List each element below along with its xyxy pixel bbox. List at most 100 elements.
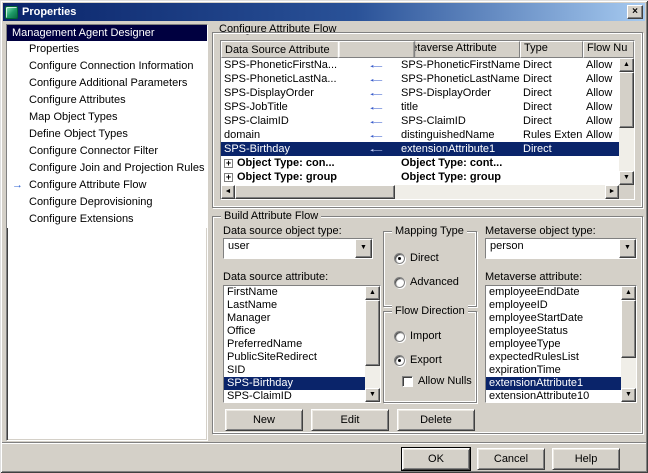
scroll-up-button[interactable]: ▲ <box>365 286 380 300</box>
allow-nulls-checkbox[interactable]: Allow Nulls <box>384 372 476 390</box>
cell-type <box>520 156 583 170</box>
list-item[interactable]: employeeStatus <box>486 325 621 338</box>
scroll-up-button[interactable]: ▲ <box>619 58 634 72</box>
col-flow-nulls[interactable]: Flow Nu <box>583 41 634 58</box>
scroll-down-button[interactable]: ▼ <box>621 388 636 402</box>
expand-icon[interactable]: + <box>224 158 233 168</box>
cell-data-source: SPS-PhoneticFirstNa... <box>221 58 355 72</box>
chevron-down-icon[interactable]: ▼ <box>619 239 636 258</box>
cell-data-source: SPS-ClaimID <box>221 114 355 128</box>
cancel-button[interactable]: Cancel <box>477 448 545 470</box>
table-row[interactable]: SPS-PhoneticLastNa... ← SPS-PhoneticLast… <box>221 72 619 86</box>
cell-metaverse: title <box>401 101 419 113</box>
mapping-type-radio[interactable]: Advanced <box>384 270 476 294</box>
sidebar-item[interactable]: Configure Connector Filter <box>7 143 207 160</box>
col-type[interactable]: Type <box>520 41 583 58</box>
list-item[interactable]: employeeType <box>486 338 621 351</box>
sidebar-item[interactable]: Configure Additional Parameters <box>7 75 207 92</box>
checkbox-label: Allow Nulls <box>418 375 472 387</box>
list-item[interactable]: employeeStartDate <box>486 312 621 325</box>
mapping-type-options: Direct Advanced <box>384 246 476 294</box>
table-row[interactable]: SPS-Birthday ← extensionAttribute1 Direc… <box>221 142 619 156</box>
list-item[interactable]: employeeID <box>486 299 621 312</box>
col-metaverse-attribute[interactable]: Metaverse Attribute <box>398 41 520 58</box>
col-data-source-attribute[interactable]: Data Source Attribute <box>221 41 355 58</box>
new-button[interactable]: New <box>225 409 303 431</box>
delete-button[interactable]: Delete <box>397 409 475 431</box>
table-row[interactable]: SPS-DisplayOrder ← SPS-DisplayOrder Dire… <box>221 86 619 100</box>
sidebar-item[interactable]: Configure Attributes <box>7 92 207 109</box>
scroll-up-button[interactable]: ▲ <box>621 286 636 300</box>
table-vertical-scrollbar[interactable]: ▲ ▼ <box>619 58 634 185</box>
list-item[interactable]: PreferredName <box>224 338 365 351</box>
sidebar: Management Agent Designer Properties Con… <box>6 24 208 441</box>
list-item[interactable]: extensionAttribute10 <box>486 390 621 402</box>
list-item[interactable]: LastName <box>224 299 365 312</box>
sidebar-item[interactable]: Configure Connection Information <box>7 58 207 75</box>
scrollbar-thumb[interactable] <box>619 72 634 128</box>
table-row[interactable]: + Object Type: group Object Type: group <box>221 170 619 184</box>
table-row[interactable]: SPS-ClaimID ← SPS-ClaimID Direct Allow <box>221 114 619 128</box>
scrollbar-thumb[interactable] <box>365 300 380 366</box>
list-vertical-scrollbar[interactable]: ▲ ▼ <box>621 286 636 402</box>
attribute-flow-table: Data Source Attribute Metaverse Attribut… <box>220 40 635 200</box>
sidebar-item[interactable]: Configure Join and Projection Rules <box>7 160 207 177</box>
help-button[interactable]: Help <box>552 448 620 470</box>
list-item[interactable]: expectedRulesList <box>486 351 621 364</box>
table-bottom-bar: ◄ ► <box>221 185 634 199</box>
list-item[interactable]: Manager <box>224 312 365 325</box>
cell-type: Direct <box>523 101 552 113</box>
sidebar-item[interactable]: → Configure Attribute Flow <box>7 177 207 194</box>
metaverse-object-type-select[interactable]: person ▼ <box>485 238 637 259</box>
list-item[interactable]: SID <box>224 364 365 377</box>
sidebar-item[interactable]: Configure Deprovisioning <box>7 194 207 211</box>
scroll-left-button[interactable]: ◄ <box>221 185 235 199</box>
list-item[interactable]: expirationTime <box>486 364 621 377</box>
cell-type: Direct <box>523 115 552 127</box>
table-row[interactable]: + Object Type: con... Object Type: cont..… <box>221 156 619 170</box>
mapping-type-radio[interactable]: Direct <box>384 246 476 270</box>
table-horizontal-scrollbar[interactable]: ◄ ► <box>221 185 619 199</box>
col-flow-arrow[interactable] <box>337 41 416 58</box>
sidebar-item[interactable]: Define Object Types <box>7 126 207 143</box>
table-row[interactable]: SPS-PhoneticFirstNa... ← SPS-PhoneticFir… <box>221 58 619 72</box>
sidebar-item[interactable]: Configure Extensions <box>7 211 207 228</box>
flow-direction-options: Import Export <box>384 324 476 372</box>
list-item[interactable]: extensionAttribute1 <box>486 377 621 390</box>
radio-label: Advanced <box>410 276 459 288</box>
list-vertical-scrollbar[interactable]: ▲ ▼ <box>365 286 380 402</box>
flow-direction-radio[interactable]: Export <box>384 348 476 372</box>
close-button[interactable]: × <box>627 5 643 19</box>
table-row[interactable]: domain ← distinguishedName Rules Exten..… <box>221 128 619 142</box>
list-item[interactable]: SPS-Birthday <box>224 377 365 390</box>
flow-direction-radio[interactable]: Import <box>384 324 476 348</box>
flow-arrow-icon: ← <box>366 129 387 141</box>
scroll-down-button[interactable]: ▼ <box>365 388 380 402</box>
chevron-down-icon[interactable]: ▼ <box>355 239 372 258</box>
attribute-flow-panel: Data Source Attribute Metaverse Attribut… <box>212 32 643 208</box>
expand-icon[interactable]: + <box>224 172 233 182</box>
scroll-down-button[interactable]: ▼ <box>619 171 634 185</box>
list-item[interactable]: FirstName <box>224 286 365 299</box>
cell-data-source-text: Object Type: group <box>237 171 338 183</box>
scroll-right-button[interactable]: ► <box>605 185 619 199</box>
list-item[interactable]: PublicSiteRedirect <box>224 351 365 364</box>
build-attribute-flow-panel: Build Attribute Flow Data source object … <box>212 210 643 434</box>
list-item[interactable]: SPS-ClaimID <box>224 390 365 402</box>
flow-arrow-icon: ← <box>366 59 387 71</box>
list-item[interactable]: Office <box>224 325 365 338</box>
table-row[interactable]: SPS-JobTitle ← title Direct Allow <box>221 100 619 114</box>
cell-data-source-text: Object Type: con... <box>237 157 335 169</box>
data-source-object-type-select[interactable]: user ▼ <box>223 238 373 259</box>
list-item[interactable]: employeeEndDate <box>486 286 621 299</box>
sidebar-item[interactable]: Map Object Types <box>7 109 207 126</box>
sidebar-item[interactable]: Properties <box>7 41 207 58</box>
scrollbar-thumb[interactable] <box>235 185 395 199</box>
ok-button[interactable]: OK <box>401 447 471 471</box>
titlebar[interactable]: Properties × <box>3 3 645 21</box>
flow-arrow-icon <box>338 170 415 184</box>
flow-arrow-icon: ← <box>366 101 387 113</box>
cell-data-source-text: SPS-PhoneticLastNa... <box>224 73 337 85</box>
scrollbar-thumb[interactable] <box>621 300 636 358</box>
edit-button[interactable]: Edit <box>311 409 389 431</box>
